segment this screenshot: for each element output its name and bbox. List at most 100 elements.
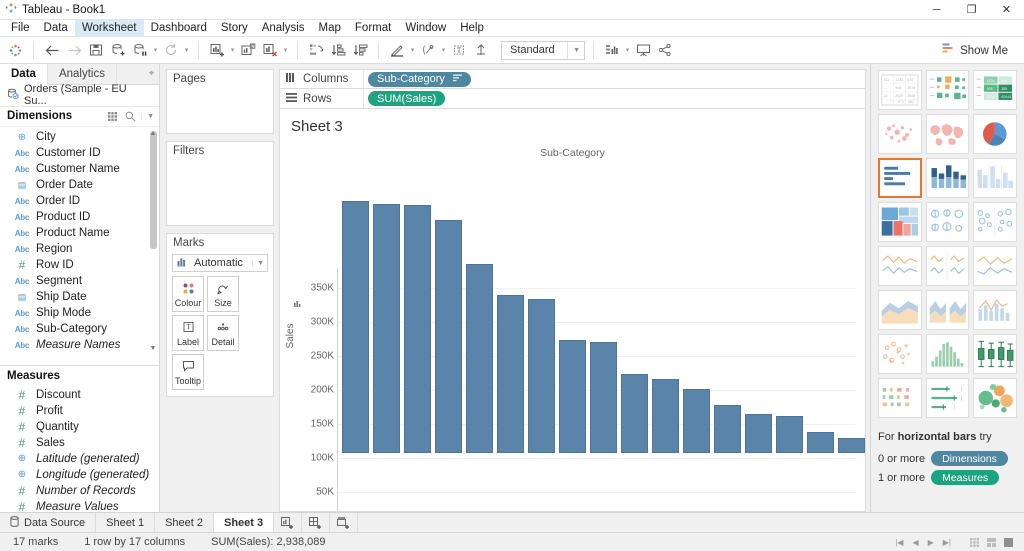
show-mark-labels-icon[interactable]: T [448,39,470,61]
data-source-item[interactable]: Orders (Sample - EU Su... [0,83,159,107]
menu-map[interactable]: Map [312,20,348,37]
bar-supplies[interactable] [714,405,741,453]
marks-size-button[interactable]: Size [207,276,239,312]
bar-chairs[interactable] [497,295,524,453]
bar-appliances[interactable] [466,264,493,453]
share-icon[interactable] [654,39,676,61]
highlight-icon[interactable] [386,39,408,61]
columns-drop-zone[interactable]: Sub-Category [364,70,865,88]
field-measure-names[interactable]: Abc Measure Names [0,337,159,353]
bar-art[interactable] [590,342,617,453]
show-me-area-chart-discrete[interactable] [925,290,970,330]
first-page-icon[interactable]: |◀ [895,538,903,547]
show-me-pie-chart[interactable] [973,114,1017,154]
new-dashboard-tab-button[interactable] [302,513,331,532]
show-me-treemap[interactable] [878,202,922,242]
show-me-scatter-plot[interactable] [878,334,922,374]
filters-card[interactable]: Filters [166,141,274,226]
chevron-down-icon[interactable]: ▾ [151,39,160,61]
presentation-mode-icon[interactable] [632,39,654,61]
field-longitude[interactable]: ⊕ Longitude (generated) [0,467,159,483]
chevron-down-icon[interactable]: ▾ [623,39,632,61]
show-me-discrete-lines[interactable] [925,246,970,286]
swap-rows-columns-icon[interactable] [305,39,327,61]
pin-icon[interactable]: ⌖ [117,64,159,84]
field-order-date[interactable]: ▤ Order Date [0,177,159,193]
bar-accessories[interactable] [559,340,586,453]
marks-type-select[interactable]: Automatic ▼ [172,254,268,272]
show-me-horizontal-bars[interactable] [878,158,922,198]
add-data-source-icon[interactable] [107,39,129,61]
field-profit[interactable]: # Profit [0,403,159,419]
menu-file[interactable]: File [4,20,37,37]
scroll-down-icon[interactable]: ▼ [148,343,158,354]
sheet-tab-2[interactable]: Sheet 2 [155,513,214,532]
menu-worksheet[interactable]: Worksheet [74,19,144,37]
show-me-stacked-bars[interactable] [925,158,970,198]
show-me-text-table[interactable]: 111 1234 678 --- 908 3934 22 2620 2508 971 282 [878,70,922,110]
bar-paper[interactable] [745,414,772,453]
field-measure-values[interactable]: # Measure Values [0,499,159,512]
filters-drop-zone[interactable] [167,159,273,225]
marks-tooltip-button[interactable]: Tooltip [172,354,204,390]
field-quantity[interactable]: # Quantity [0,419,159,435]
sheet-tab-3[interactable]: Sheet 3 [214,513,275,532]
grid-view-icon[interactable] [108,111,120,121]
split-view-icon[interactable] [987,537,998,547]
search-icon[interactable] [125,111,136,122]
chevron-down-icon[interactable]: ▾ [182,39,191,61]
chart-plot-area[interactable]: Sales 350K 300K 250K 200K 150K 100K 50K [280,181,865,511]
show-me-continuous-lines[interactable] [878,246,922,286]
dimensions-list[interactable]: ⊕ City Abc Customer ID Abc Customer Name ▤ O… [0,127,159,365]
field-product-name[interactable]: Abc Product Name [0,225,159,241]
show-me-button[interactable]: Show Me [934,40,1016,61]
marks-label-button[interactable]: T Label [172,315,204,351]
field-city[interactable]: ⊕ City [0,129,159,145]
full-view-icon[interactable] [1004,537,1015,547]
maximize-button[interactable]: ❐ [954,0,989,20]
show-me-side-by-side-circles[interactable] [973,202,1017,242]
field-sub-category[interactable]: Abc Sub-Category [0,321,159,337]
menu-analysis[interactable]: Analysis [255,20,312,37]
bar-binders[interactable] [652,379,679,453]
group-members-icon[interactable] [417,39,439,61]
bar-envelopes[interactable] [776,416,803,453]
new-worksheet-tab-button[interactable] [274,513,303,532]
rows-shelf[interactable]: Rows SUM(Sales) [279,89,866,109]
menu-story[interactable]: Story [214,20,255,37]
scrollbar-thumb[interactable] [150,131,157,250]
field-customer-name[interactable]: Abc Customer Name [0,161,159,177]
chevron-down-icon[interactable]: ▾ [281,39,290,61]
last-page-icon[interactable]: ▶| [943,538,951,547]
marks-detail-button[interactable]: Detail [207,315,239,351]
presentation-toolbar-icon[interactable] [601,39,623,61]
bar-furnishings[interactable] [683,389,710,453]
refresh-icon[interactable] [160,39,182,61]
menu-dashboard[interactable]: Dashboard [144,20,214,37]
show-me-box-and-whisker[interactable] [973,334,1017,374]
field-segment[interactable]: Abc Segment [0,273,159,289]
pill-sum-sales[interactable]: SUM(Sales) [368,91,446,106]
bar-tables[interactable] [621,374,648,453]
previous-page-icon[interactable]: ◀ [912,538,918,547]
minimize-button[interactable]: ─ [919,0,954,20]
fix-axes-icon[interactable] [470,39,492,61]
rows-drop-zone[interactable]: SUM(Sales) [364,89,865,108]
pages-drop-zone[interactable] [167,87,273,133]
field-order-id[interactable]: Abc Order ID [0,193,159,209]
menu-window[interactable]: Window [398,20,453,37]
show-me-histogram[interactable] [925,334,970,374]
menu-data[interactable]: Data [37,20,75,37]
grid-view-icon[interactable] [970,537,981,547]
data-source-tab[interactable]: Data Source [0,513,97,532]
menu-format[interactable]: Format [348,20,398,37]
chevron-down-icon[interactable]: ▾ [228,39,237,61]
save-icon[interactable] [85,39,107,61]
worksheet-viewport[interactable]: Sheet 3 Sub-Category Sales 350K 300K 250… [279,109,866,512]
show-me-filled-map[interactable] [925,114,970,154]
field-customer-id[interactable]: Abc Customer ID [0,145,159,161]
field-region[interactable]: Abc Region [0,241,159,257]
show-me-highlight-table[interactable]: 1234 585 908 389 2620 42644 [973,70,1017,110]
bar-fasteners[interactable] [807,432,834,453]
show-me-circle-views[interactable] [925,202,970,242]
